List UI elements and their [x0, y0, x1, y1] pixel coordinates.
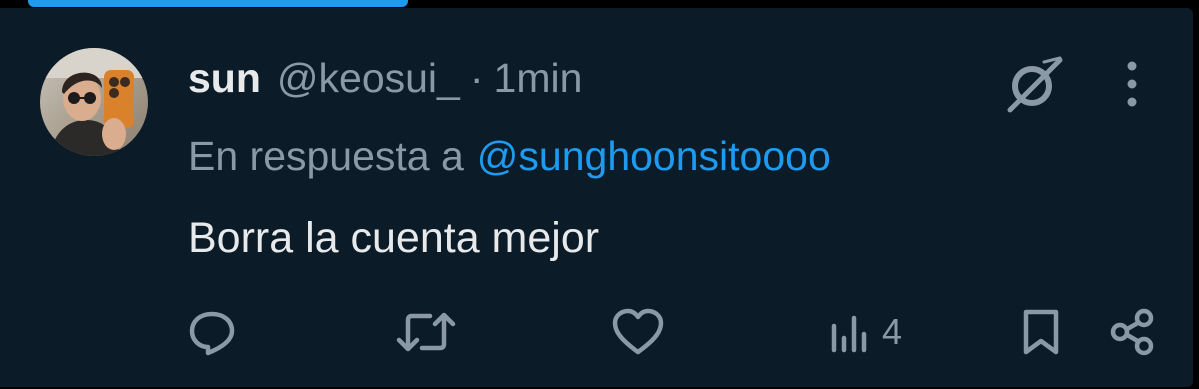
reply-mention-link[interactable]: @sunghoonsitoooo: [477, 133, 831, 180]
grok-button[interactable]: [1004, 54, 1064, 114]
tweet-card[interactable]: sun @keosui_ · 1min En respuesta a @sung…: [0, 8, 1193, 387]
top-accent-bar: [28, 0, 408, 7]
timestamp[interactable]: 1min: [494, 55, 583, 102]
separator-dot: ·: [469, 54, 484, 101]
comment-bubble-icon: [189, 311, 235, 356]
reply-button[interactable]: [186, 304, 238, 360]
bookmark-icon: [1023, 309, 1059, 355]
like-button[interactable]: [610, 304, 666, 360]
screenshot-frame: sun @keosui_ · 1min En respuesta a @sung…: [0, 0, 1199, 389]
reply-context: En respuesta a @sunghoonsitoooo: [188, 128, 831, 184]
avatar[interactable]: [40, 48, 148, 156]
share-icon: [1110, 308, 1154, 356]
bookmark-button[interactable]: [1016, 304, 1066, 360]
tweet-text: Borra la cuenta mejor: [188, 213, 600, 262]
more-options-button[interactable]: [1114, 58, 1150, 110]
views-count: 4: [882, 311, 903, 352]
tweet-header: sun @keosui_ · 1min: [188, 50, 582, 106]
heart-icon: [612, 308, 664, 355]
bar-chart-icon: [831, 315, 867, 353]
retweet-icon: [396, 312, 456, 352]
share-button[interactable]: [1106, 304, 1158, 360]
more-vertical-icon: [1127, 61, 1137, 107]
views-button[interactable]: 4: [826, 304, 902, 360]
reply-prefix: En respuesta a: [188, 132, 464, 179]
display-name[interactable]: sun: [188, 55, 261, 102]
user-handle[interactable]: @keosui_: [277, 55, 460, 102]
retweet-button[interactable]: [396, 304, 456, 360]
grok-icon: [1007, 56, 1063, 113]
